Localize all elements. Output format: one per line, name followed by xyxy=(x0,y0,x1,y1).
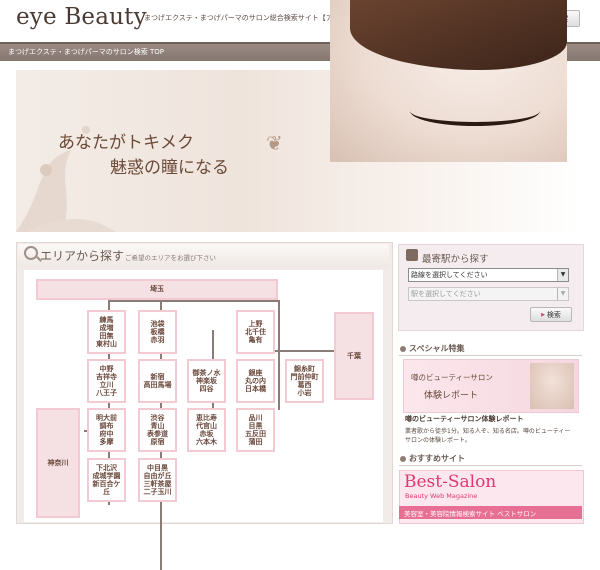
area-search-subtitle: ご希望のエリアをお選び下さい xyxy=(125,254,216,262)
section-bullet-icon xyxy=(400,346,406,352)
special-banner-eye-photo xyxy=(530,363,574,409)
magnifier-icon xyxy=(24,246,38,260)
area-shibuya[interactable]: 渋谷 青山 表参道 原宿 xyxy=(138,408,177,452)
prefecture-saitama[interactable]: 埼玉 xyxy=(36,279,278,300)
area-shimokitazawa[interactable]: 下北沢 成城学園 新百合ケ丘 xyxy=(87,458,126,502)
special-description-2: サロンの体験レポート。 xyxy=(405,437,471,444)
search-arrow-icon: ▶ xyxy=(541,311,545,318)
area-search-title: エリアから探す xyxy=(40,249,125,263)
special-banner-line1: 噂のビューティーサロン xyxy=(411,373,493,382)
section-bullet-icon xyxy=(400,456,406,462)
area-ginza[interactable]: 銀座 丸の内 日本橋 xyxy=(236,359,275,403)
special-description-1: 業者歌から徒歩1分。知る人ぞ、知る名店。噂のビューティー xyxy=(405,428,571,435)
best-salon-title: Best-Salon xyxy=(404,472,497,492)
area-shinjuku[interactable]: 新宿 高田馬場 xyxy=(138,359,177,403)
area-meidaimae[interactable]: 明大前 調布 府中 多摩 xyxy=(87,408,126,452)
area-ochanomizu[interactable]: 御茶ノ水 神楽坂 四谷 xyxy=(187,359,226,403)
prefecture-chiba[interactable]: 千葉 xyxy=(334,312,374,400)
station-select[interactable]: 駅を選択してください ▼ xyxy=(408,287,569,301)
area-kinshicho[interactable]: 錦糸町 門前仲町 葛西 小岩 xyxy=(285,359,324,403)
special-title: スペシャル特集 xyxy=(409,344,465,353)
divider xyxy=(399,355,582,356)
area-ikebukuro[interactable]: 池袋 板橋 赤羽 xyxy=(138,310,177,354)
area-map: 埼玉 千葉 神奈川 練馬 成増 田無 東村山 池袋 板橋 赤羽 上野 北千住 亀有 中野 吉祥寺… xyxy=(24,270,383,570)
hero-headline-1: あなたがトキメク xyxy=(58,133,194,153)
chevron-down-icon[interactable]: ▼ xyxy=(557,288,568,300)
best-salon-subtitle: Beauty Web Magazine xyxy=(405,492,478,500)
area-ebisu[interactable]: 恵比寿 代官山 赤坂 六本木 xyxy=(187,408,226,452)
area-ueno[interactable]: 上野 北千住 亀有 xyxy=(236,310,275,354)
best-salon-strip-text: 美容室・美容院情報検索サイト ベストサロン xyxy=(404,510,537,518)
special-report-link[interactable]: 噂のビューティーサロン体験レポート xyxy=(405,414,523,424)
breadcrumb[interactable]: まつげエクステ・まつげパーマのサロン検索 TOP xyxy=(8,47,164,57)
recommended-title: おすすめサイト xyxy=(409,454,465,463)
hero-headline-2: 魅惑の瞳になる xyxy=(110,158,229,178)
area-shinagawa[interactable]: 品川 目黒 五反田 蒲田 xyxy=(236,408,275,452)
area-nerima[interactable]: 練馬 成増 田無 東村山 xyxy=(87,310,126,354)
map-line xyxy=(108,300,278,302)
prefecture-kanagawa[interactable]: 神奈川 xyxy=(36,408,80,518)
divider xyxy=(399,465,582,466)
line-select[interactable]: 路線を選択してください ▼ xyxy=(408,268,569,282)
hero-model-eye xyxy=(410,96,540,126)
map-line xyxy=(278,300,280,410)
station-search-title: 最寄駅から探す xyxy=(422,254,489,265)
butterfly-icon: ❦ xyxy=(266,131,283,155)
site-logo[interactable]: eye Beauty xyxy=(16,4,147,30)
special-banner-line2: 体験レポート xyxy=(424,391,479,401)
area-nakano[interactable]: 中野 吉祥寺 立川 八王子 xyxy=(87,359,126,403)
station-search-button[interactable]: ▶ 検索 xyxy=(530,307,572,322)
chevron-down-icon[interactable]: ▼ xyxy=(557,269,568,281)
area-nakameguro[interactable]: 中目黒 自由が丘 三軒茶屋 二子玉川 xyxy=(138,458,177,502)
station-pin-icon xyxy=(406,249,418,261)
